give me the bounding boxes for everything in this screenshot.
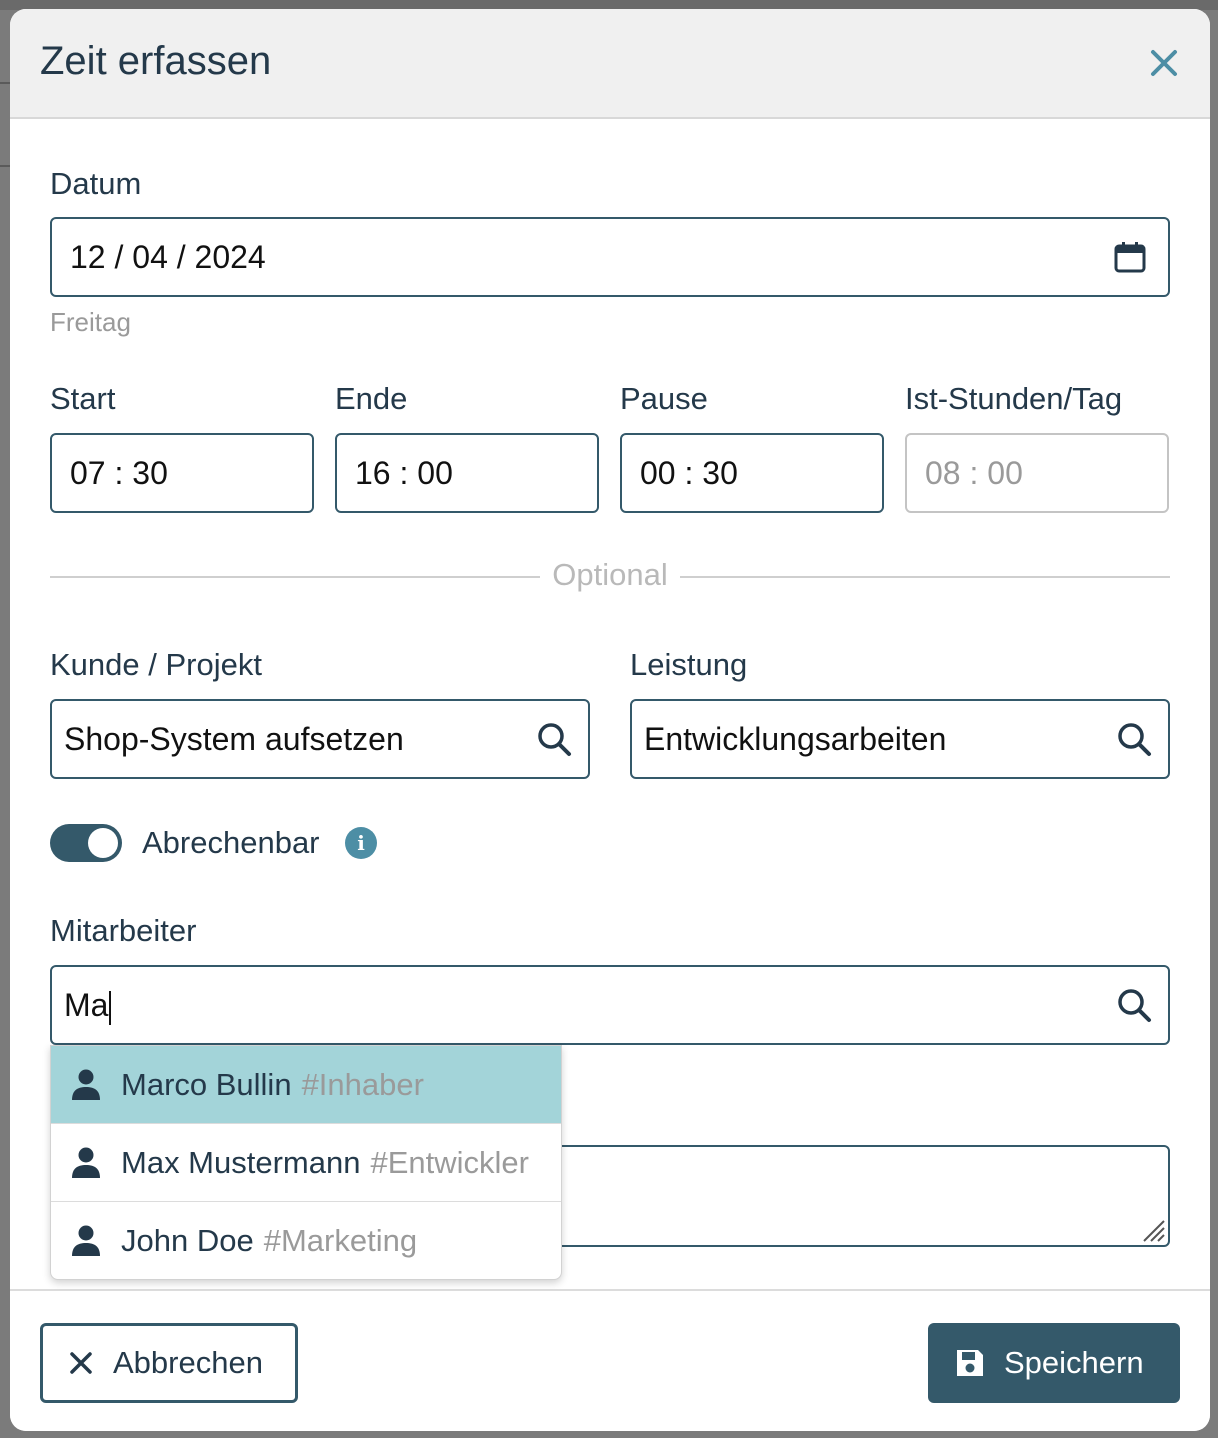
person-icon (51, 1147, 121, 1179)
date-value: 12 / 04 / 2024 (70, 239, 266, 275)
modal-footer: Abbrechen Speichern (10, 1289, 1210, 1431)
employee-value-wrap: Ma (64, 967, 112, 1043)
suggestion-role: #Entwickler (370, 1144, 529, 1180)
start-time-value: 07 : 30 (70, 455, 168, 491)
cancel-button-label: Abbrechen (113, 1345, 263, 1380)
start-label: Start (50, 381, 116, 416)
info-icon[interactable]: i (345, 827, 377, 859)
employee-search-input[interactable]: Ma (50, 965, 1170, 1045)
hours-label: Ist-Stunden/Tag (905, 381, 1123, 416)
save-button-label: Speichern (1004, 1345, 1144, 1380)
project-label: Kunde / Projekt (50, 647, 262, 682)
employee-search-button[interactable] (1114, 985, 1154, 1025)
service-label: Leistung (630, 647, 748, 682)
service-search-input[interactable]: Entwicklungsarbeiten (630, 699, 1170, 779)
hours-value: 08 : 00 (925, 455, 1023, 491)
calendar-icon (1114, 242, 1146, 273)
suggestion-role: #Inhaber (301, 1066, 424, 1102)
toggle-knob (88, 828, 118, 858)
end-time-value: 16 : 00 (355, 455, 453, 491)
save-icon (957, 1350, 983, 1376)
optional-divider-left (50, 576, 540, 578)
date-input[interactable]: 12 / 04 / 2024 (50, 217, 1170, 297)
employee-suggestions-dropdown: Marco Bullin #Inhaber Max Mustermann #En… (50, 1045, 562, 1280)
text-caret (109, 990, 112, 1025)
billable-toggle[interactable] (50, 824, 122, 862)
suggestion-item[interactable]: John Doe #Marketing (51, 1202, 561, 1279)
optional-divider-label: Optional (552, 557, 668, 592)
search-icon (1118, 723, 1151, 756)
suggestion-name: Max Mustermann (121, 1144, 361, 1180)
weekday-hint: Freitag (50, 307, 131, 337)
service-value: Entwicklungsarbeiten (644, 721, 947, 757)
time-entry-modal: Zeit erfassen Datum 12 / 04 / 2024 Freit… (10, 9, 1210, 1431)
end-label: Ende (335, 381, 408, 416)
modal-title: Zeit erfassen (40, 39, 272, 83)
date-label: Datum (50, 166, 142, 201)
suggestion-item[interactable]: Marco Bullin #Inhaber (51, 1046, 561, 1124)
resize-grip-icon[interactable] (1138, 1215, 1166, 1243)
start-time-input[interactable]: 07 : 30 (50, 433, 314, 513)
pause-label: Pause (620, 381, 708, 416)
billable-label: Abrechenbar (142, 825, 320, 860)
project-search-button[interactable] (534, 719, 574, 759)
suggestion-name: Marco Bullin (121, 1066, 292, 1102)
employee-value: Ma (64, 987, 109, 1023)
close-icon (70, 1352, 92, 1374)
calendar-button[interactable] (1110, 237, 1150, 277)
save-button[interactable]: Speichern (928, 1323, 1180, 1403)
suggestion-item[interactable]: Max Mustermann #Entwickler (51, 1124, 561, 1202)
suggestion-name: John Doe (121, 1223, 254, 1258)
cancel-button[interactable]: Abbrechen (40, 1323, 298, 1403)
search-icon (538, 723, 571, 756)
close-button[interactable] (1142, 41, 1186, 85)
person-icon (51, 1069, 121, 1101)
project-value: Shop-System aufsetzen (64, 721, 404, 757)
pause-input[interactable]: 00 : 30 (620, 433, 884, 513)
optional-divider-right (680, 576, 1170, 578)
modal-header: Zeit erfassen (10, 9, 1210, 119)
person-icon (51, 1225, 121, 1257)
pause-value: 00 : 30 (640, 455, 738, 491)
suggestion-role: #Marketing (263, 1223, 418, 1258)
employee-label: Mitarbeiter (50, 913, 197, 948)
project-search-input[interactable]: Shop-System aufsetzen (50, 699, 590, 779)
search-icon (1118, 989, 1151, 1022)
hours-input: 08 : 00 (905, 433, 1169, 513)
close-icon (1151, 50, 1177, 76)
end-time-input[interactable]: 16 : 00 (335, 433, 599, 513)
service-search-button[interactable] (1114, 719, 1154, 759)
